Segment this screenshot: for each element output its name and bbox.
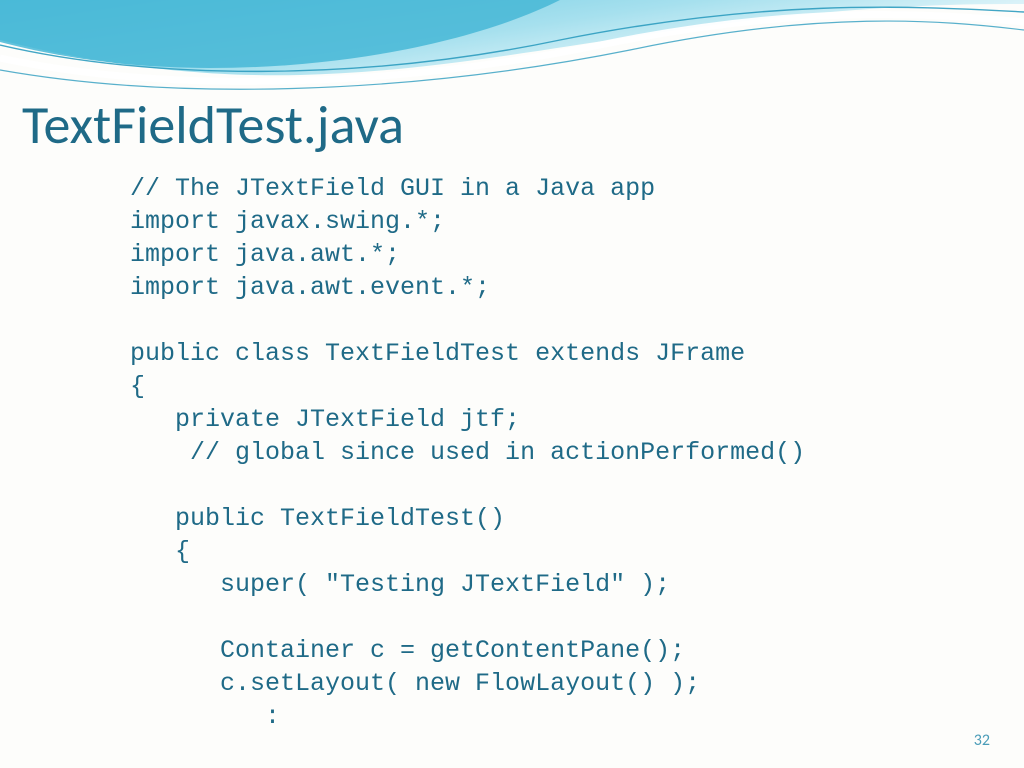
code-line: : xyxy=(130,702,280,731)
code-line: import javax.swing.*; xyxy=(130,207,445,236)
code-line: public class TextFieldTest extends JFram… xyxy=(130,339,745,368)
code-line: private JTextField jtf; xyxy=(130,405,520,434)
code-line: { xyxy=(130,372,145,401)
slide-title: TextFieldTest.java xyxy=(22,92,404,158)
page-number: 32 xyxy=(974,731,990,750)
code-line: Container c = getContentPane(); xyxy=(130,636,685,665)
code-line: { xyxy=(130,537,190,566)
code-line: import java.awt.*; xyxy=(130,240,400,269)
code-line: super( "Testing JTextField" ); xyxy=(130,570,670,599)
code-line: import java.awt.event.*; xyxy=(130,273,490,302)
code-line: // The JTextField GUI in a Java app xyxy=(130,174,655,203)
code-line: c.setLayout( new FlowLayout() ); xyxy=(130,669,700,698)
code-block: // The JTextField GUI in a Java app impo… xyxy=(130,172,805,733)
code-line: public TextFieldTest() xyxy=(130,504,505,533)
code-line: // global since used in actionPerformed(… xyxy=(130,438,805,467)
